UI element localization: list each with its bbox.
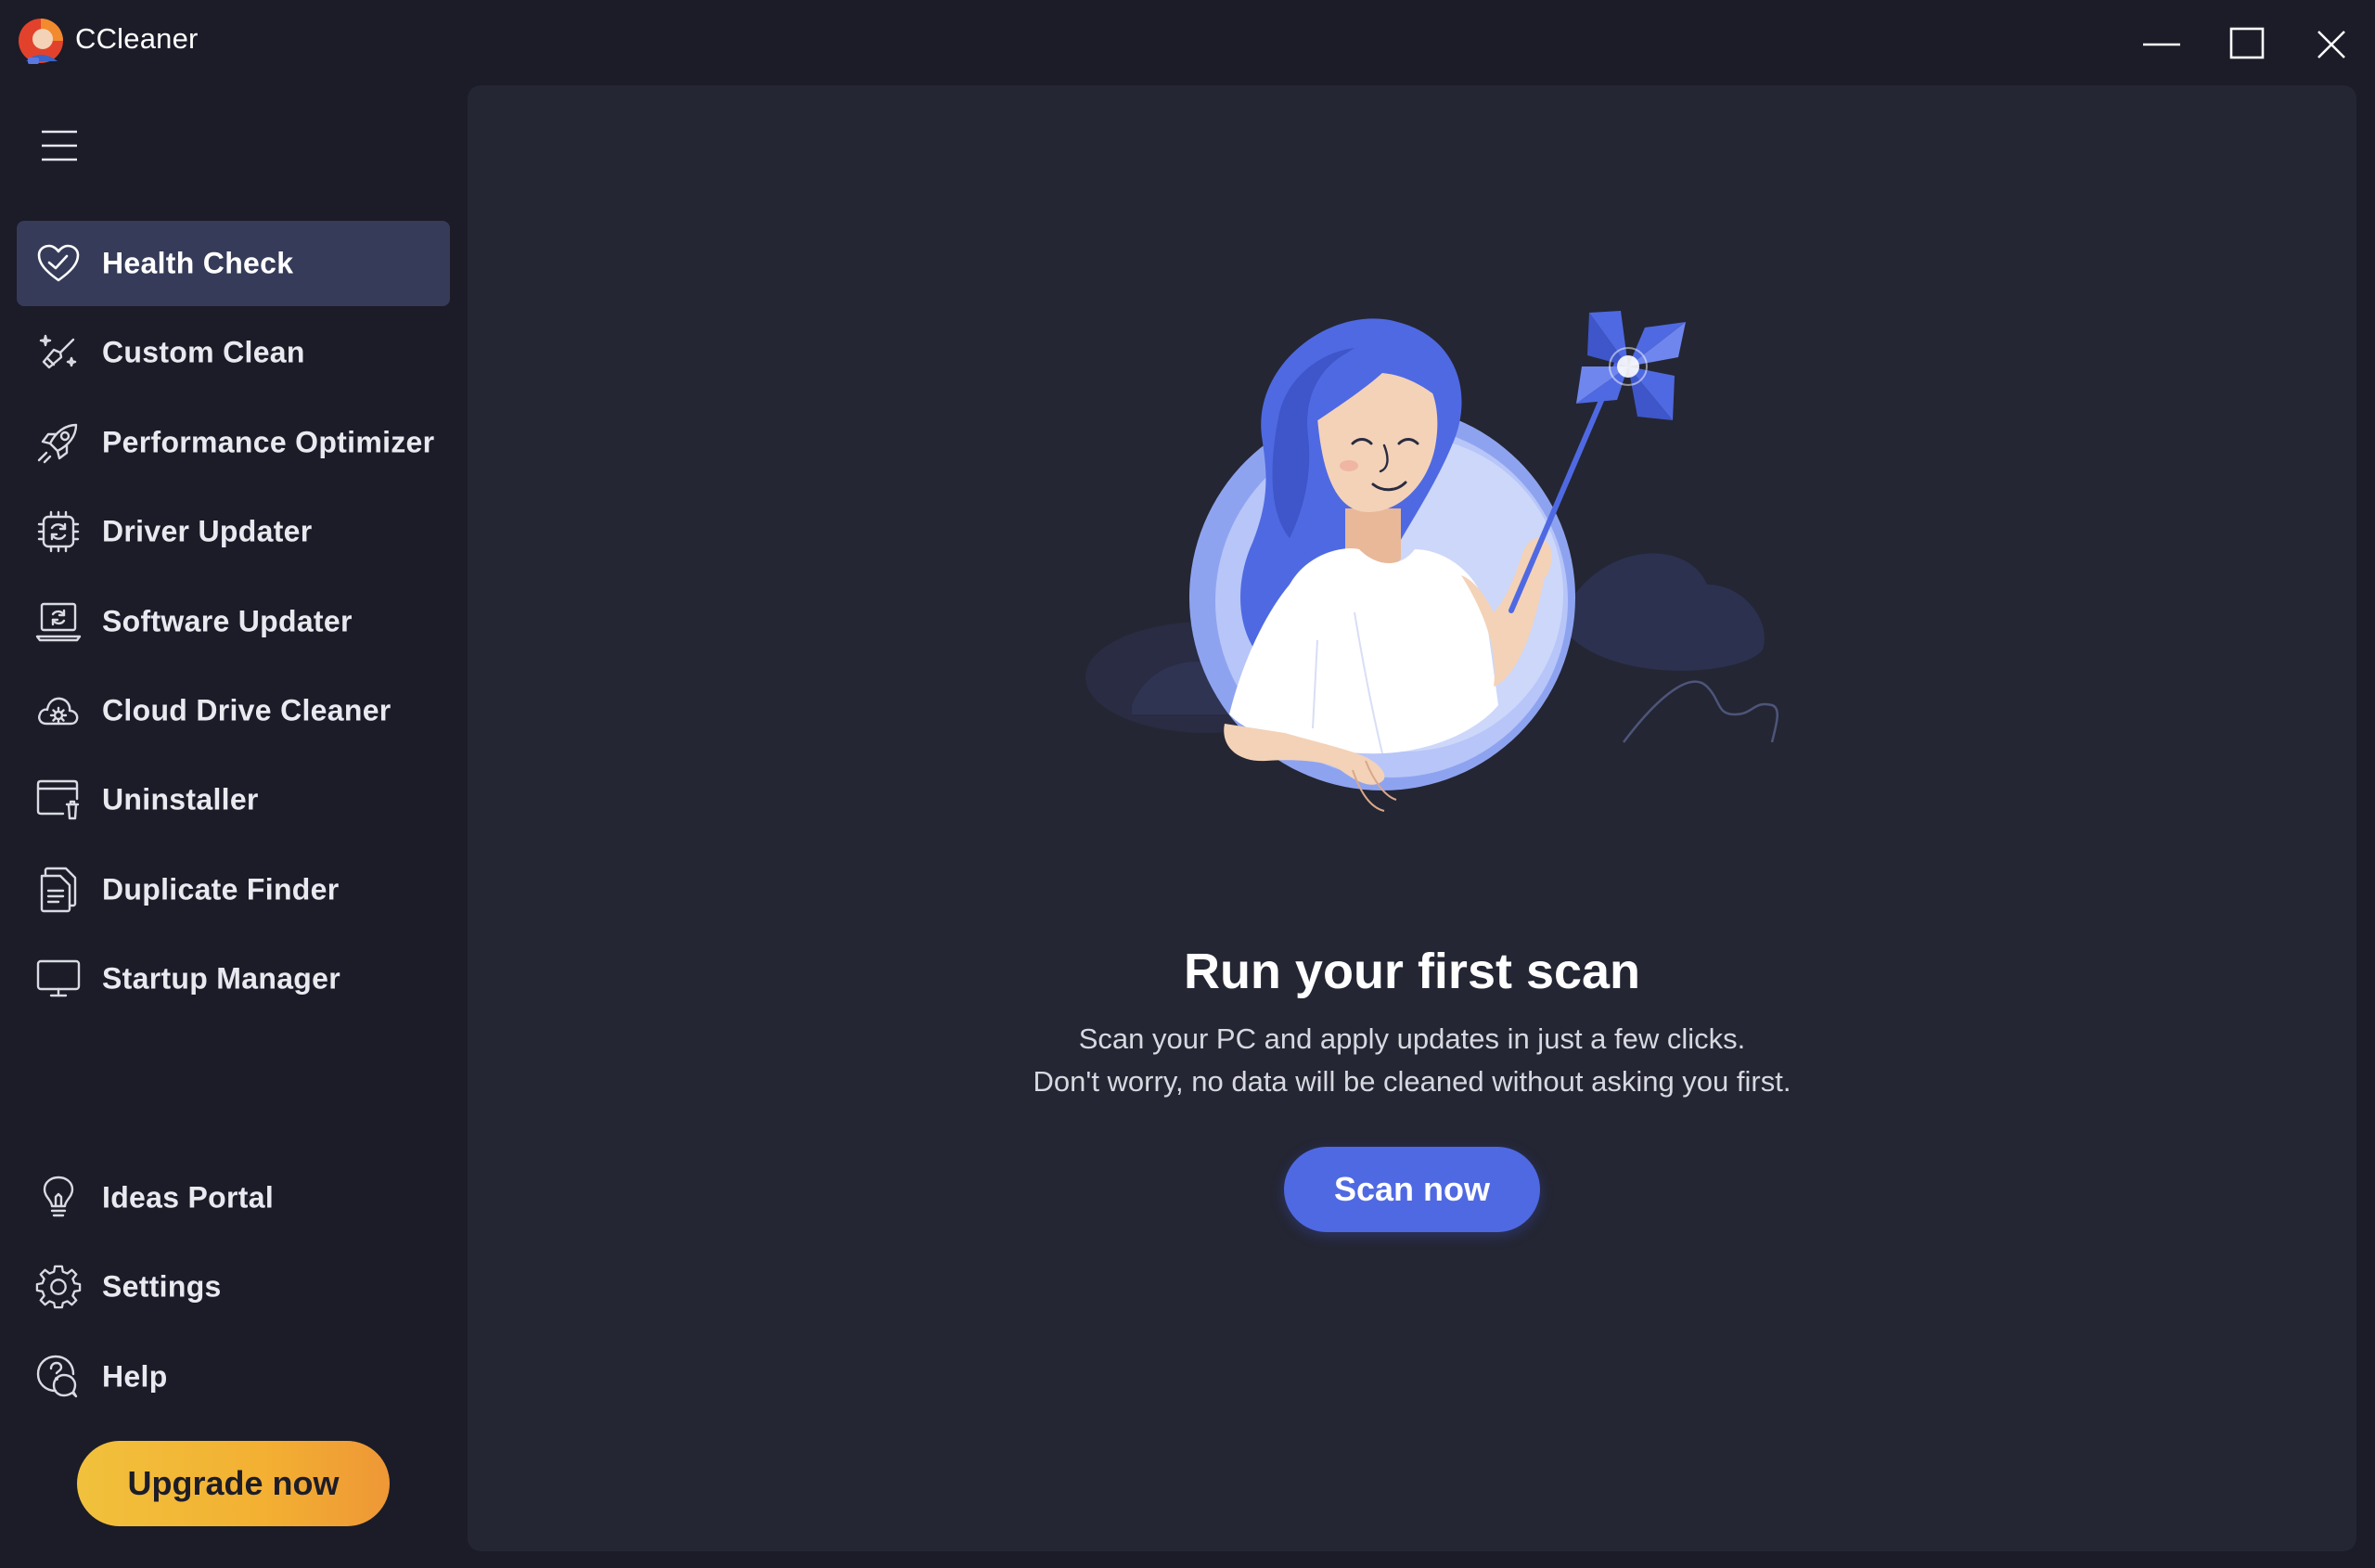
sidebar-item-software-updater[interactable]: Software Updater — [17, 579, 450, 664]
gear-icon — [35, 1264, 82, 1310]
sidebar-item-label: Custom Clean — [102, 335, 305, 369]
app-window: CCleaner Health Check Custom Clean Perfo… — [0, 0, 2375, 1568]
sidebar-item-duplicate-finder[interactable]: Duplicate Finder — [17, 847, 450, 932]
sidebar-item-cloud-drive-cleaner[interactable]: Cloud Drive Cleaner — [17, 668, 450, 753]
help-chat-icon — [35, 1354, 82, 1400]
sidebar-bottom-nav: Ideas Portal Settings Help — [17, 1155, 450, 1423]
upgrade-now-button[interactable]: Upgrade now — [77, 1441, 390, 1526]
minimize-button[interactable] — [2136, 19, 2188, 71]
heart-icon — [35, 240, 82, 287]
sidebar-item-label: Ideas Portal — [102, 1180, 275, 1215]
sidebar-item-label: Performance Optimizer — [102, 425, 435, 459]
sidebar-item-startup-manager[interactable]: Startup Manager — [17, 936, 450, 1022]
monitor-icon — [35, 956, 82, 1002]
sidebar-item-custom-clean[interactable]: Custom Clean — [17, 310, 450, 395]
sidebar-item-label: Startup Manager — [102, 961, 340, 996]
sidebar-item-label: Health Check — [102, 246, 294, 280]
maximize-icon — [2229, 27, 2265, 59]
woman-with-pinwheel-illustration — [1039, 306, 1818, 844]
hamburger-menu-icon — [42, 130, 77, 161]
sidebar-item-label: Duplicate Finder — [102, 872, 340, 906]
sidebar-item-settings[interactable]: Settings — [17, 1244, 450, 1330]
menu-button[interactable] — [33, 122, 85, 169]
broom-sparkle-icon — [35, 329, 82, 376]
chip-refresh-icon — [35, 508, 82, 555]
scan-now-button[interactable]: Scan now — [1284, 1147, 1540, 1232]
sidebar-nav: Health Check Custom Clean Performance Op… — [17, 221, 450, 1026]
maximize-button[interactable] — [2221, 19, 2273, 71]
lightbulb-icon — [35, 1175, 82, 1221]
sidebar-item-help[interactable]: Help — [17, 1334, 450, 1420]
page-title: Run your first scan — [1183, 944, 1641, 999]
sidebar-item-ideas-portal[interactable]: Ideas Portal — [17, 1155, 450, 1240]
sidebar-item-label: Uninstaller — [102, 782, 259, 816]
sidebar-item-label: Help — [102, 1359, 168, 1394]
sidebar-item-performance-optimizer[interactable]: Performance Optimizer — [17, 400, 450, 485]
window-trash-icon — [35, 777, 82, 823]
cloud-gear-icon — [35, 688, 82, 734]
sidebar-item-driver-updater[interactable]: Driver Updater — [17, 489, 450, 574]
title-bar: CCleaner — [0, 0, 2375, 85]
ccleaner-logo-icon — [15, 15, 67, 67]
subtitle-line-1: Scan your PC and apply updates in just a… — [1078, 1022, 1746, 1055]
rocket-icon — [35, 419, 82, 466]
app-title: CCleaner — [75, 22, 199, 55]
laptop-refresh-icon — [35, 598, 82, 645]
close-button[interactable] — [2305, 19, 2357, 71]
duplicate-files-icon — [35, 867, 82, 913]
sidebar-item-health-check[interactable]: Health Check — [17, 221, 450, 306]
sidebar-item-label: Driver Updater — [102, 514, 313, 548]
sidebar-item-label: Settings — [102, 1269, 222, 1304]
subtitle-line-2: Don't worry, no data will be cleaned wit… — [1033, 1065, 1791, 1098]
sidebar-item-label: Cloud Drive Cleaner — [102, 693, 392, 727]
close-icon — [2317, 31, 2345, 58]
sidebar-item-uninstaller[interactable]: Uninstaller — [17, 757, 450, 842]
minimize-icon — [2143, 43, 2180, 46]
sidebar-item-label: Software Updater — [102, 604, 353, 638]
